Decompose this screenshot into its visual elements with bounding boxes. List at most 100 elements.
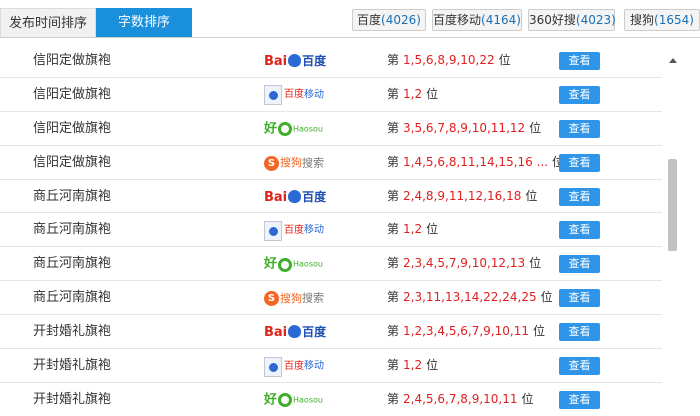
rank-info: 第 2,4,5,6,7,8,9,10,11 位 bbox=[387, 383, 534, 416]
baidu-logo-icon: Bai 百度 bbox=[264, 54, 327, 69]
sogou-logo-icon: S 搜狗搜索 bbox=[264, 151, 344, 175]
rank-prefix: 第 bbox=[387, 358, 400, 373]
rank-positions: 2,4,5,6,7,8,9,10,11 bbox=[403, 391, 518, 406]
keyword-text: 开封婚礼旗袍 bbox=[33, 324, 112, 340]
view-button[interactable]: 查看 bbox=[559, 153, 600, 172]
engine-name: 搜狗 bbox=[630, 13, 655, 27]
sogou-logo-icon: S 搜狗搜索 bbox=[264, 286, 344, 310]
engine-count: (4164) bbox=[481, 13, 521, 27]
paw-icon bbox=[264, 85, 282, 106]
keyword-text: 商丘河南旗袍 bbox=[33, 290, 112, 306]
baidu-mobile-logo-icon: 百度移动 bbox=[264, 354, 344, 378]
rank-info: 第 1,2,3,4,5,6,7,9,10,11 位 bbox=[387, 315, 545, 348]
rank-info: 第1,4,5,6,8,11,14,15,16 ...位 bbox=[387, 146, 564, 179]
view-button[interactable]: 查看 bbox=[559, 85, 600, 104]
keyword-text: 信阳定做旗袍 bbox=[33, 120, 112, 136]
view-button[interactable]: 查看 bbox=[559, 255, 600, 274]
keyword-text: 开封婚礼旗袍 bbox=[33, 358, 112, 374]
rank-info: 第 1,2 位 bbox=[387, 213, 438, 246]
rank-prefix: 第 bbox=[387, 222, 400, 237]
engine-count: (4026) bbox=[381, 13, 421, 27]
rank-positions: 1,2,3,4,5,6,7,9,10,11 bbox=[403, 324, 529, 339]
search-circle-icon bbox=[278, 393, 293, 408]
rank-prefix: 第 bbox=[387, 86, 400, 101]
rank-prefix: 第 bbox=[387, 53, 400, 67]
rank-suffix: 位 bbox=[529, 120, 542, 135]
top-bar: 发布时间排序 字数排序 百度(4026) 百度移动(4164) 360好搜(40… bbox=[0, 0, 700, 38]
rank-positions: 2,3,4,5,7,9,10,12,13 bbox=[403, 256, 526, 271]
keyword-text: 信阳定做旗袍 bbox=[33, 86, 112, 102]
view-button[interactable]: 查看 bbox=[559, 289, 600, 308]
table-row: 商丘河南旗袍好 Haosou 第 2,3,4,5,7,9,10,12,13 位查看 bbox=[0, 247, 662, 282]
paw-icon bbox=[288, 325, 302, 339]
rank-positions: 2,3,11,13,14,22,24,25 bbox=[403, 290, 537, 305]
view-button[interactable]: 查看 bbox=[559, 187, 600, 206]
table-row: 开封婚礼旗袍 百度移动 第 1,2 位 查看 bbox=[0, 349, 662, 383]
view-button[interactable]: 查看 bbox=[559, 119, 600, 138]
engine-count: (4023) bbox=[575, 13, 616, 27]
view-button[interactable]: 查看 bbox=[559, 52, 600, 70]
baidu-mobile-logo-icon: 百度移动 bbox=[264, 83, 344, 107]
view-button[interactable]: 查看 bbox=[559, 357, 600, 376]
rank-suffix: 位 bbox=[525, 188, 538, 203]
rank-prefix: 第 bbox=[387, 120, 400, 135]
engine-name: 百度移动 bbox=[433, 13, 482, 27]
vertical-scrollbar[interactable] bbox=[666, 56, 679, 416]
rank-positions: 3,5,6,7,8,9,10,11,12 bbox=[403, 120, 526, 135]
rank-suffix: 位 bbox=[426, 86, 439, 101]
rank-prefix: 第 bbox=[387, 154, 400, 169]
rank-positions: 1,2 bbox=[403, 222, 423, 237]
engine-filter-baidu[interactable]: 百度(4026) bbox=[352, 9, 426, 31]
rank-prefix: 第 bbox=[387, 256, 400, 271]
rank-suffix: 位 bbox=[529, 256, 542, 271]
baidu-mobile-logo-icon: 百度移动 bbox=[264, 218, 344, 242]
keyword-text: 开封婚礼旗袍 bbox=[33, 391, 112, 407]
rank-positions: 1,2 bbox=[403, 358, 423, 373]
rank-positions: 1,2 bbox=[403, 86, 423, 101]
table-row: 开封婚礼旗袍 Bai 百度 第 1,2,3,4,5,6,7,9,10,11 位查看 bbox=[0, 315, 662, 350]
rank-info: 第 1,2 位 bbox=[387, 349, 438, 382]
table-row: 信阳定做旗袍 S搜狗搜索 第1,4,5,6,8,11,14,15,16 ...位查看 bbox=[0, 146, 662, 180]
haosou-logo-icon: 好 Haosou bbox=[264, 256, 323, 272]
baidu-logo-icon: Bai 百度 bbox=[264, 325, 327, 341]
rank-prefix: 第 bbox=[387, 188, 400, 203]
ranking-list: 信阳定做旗袍 Bai 百度第 1,5,6,8,9,10,22 位查看 信阳定做旗袍 百度移动… bbox=[0, 44, 662, 416]
rank-suffix: 位 bbox=[521, 391, 534, 406]
rank-info: 第 1,5,6,8,9,10,22 位 bbox=[387, 44, 511, 77]
rank-info: 第 3,5,6,7,8,9,10,11,12 位 bbox=[387, 112, 541, 145]
rank-prefix: 第 bbox=[387, 391, 400, 406]
keyword-text: 商丘河南旗袍 bbox=[33, 256, 112, 272]
table-row: 信阳定做旗袍 Bai 百度 第 1,5,6,8,9,10,22 位 查看 bbox=[0, 44, 662, 78]
view-button[interactable]: 查看 bbox=[559, 221, 600, 240]
rank-suffix: 位 bbox=[426, 358, 439, 373]
table-row: 开封婚礼旗袍 好 Haosou 第 2,4,5,6,7,8,9,10,11 位 查看 bbox=[0, 383, 662, 416]
tab-sort-by-word-count[interactable]: 字数排序 bbox=[96, 8, 192, 38]
engine-filter-baidu-mobile[interactable]: 百度移动(4164) bbox=[432, 9, 522, 31]
scroll-up-arrow-icon[interactable] bbox=[669, 58, 677, 63]
rank-suffix: 位 bbox=[532, 324, 545, 339]
engine-filter-sogou[interactable]: 搜狗(1654) bbox=[624, 9, 700, 31]
rank-prefix: 第 bbox=[387, 290, 400, 305]
rank-info: 第 2,3,11,13,14,22,24,25 位 bbox=[387, 281, 553, 314]
keyword-text: 商丘河南旗袍 bbox=[33, 188, 112, 204]
rank-positions: 2,4,8,9,11,12,16,18 bbox=[403, 188, 522, 203]
tab-divider bbox=[0, 37, 700, 38]
tab-sort-by-time[interactable]: 发布时间排序 bbox=[0, 8, 96, 38]
table-row: 商丘河南旗袍 Bai 百度 第 2,4,8,9,11,12,16,18 位 查看 bbox=[0, 180, 662, 214]
scrollbar-thumb[interactable] bbox=[668, 159, 677, 251]
table-row: 商丘河南旗袍 S 搜狗搜索 第 2,3,11,13,14,22,24,25 位查看 bbox=[0, 281, 662, 316]
rank-suffix: 位 bbox=[426, 222, 439, 237]
view-button[interactable]: 查看 bbox=[559, 390, 600, 409]
rank-prefix: 第 bbox=[387, 324, 400, 339]
table-row: 信阳定做旗袍 百度移动 第 1,2 位 查看 bbox=[0, 78, 662, 112]
rank-info: 第 2,3,4,5,7,9,10,12,13 位 bbox=[387, 247, 541, 280]
rank-suffix: 位 bbox=[540, 290, 553, 305]
engine-filter-360[interactable]: 360好搜(4023) bbox=[528, 9, 616, 31]
engine-count: (1654) bbox=[654, 13, 694, 27]
table-row: 信阳定做旗袍好 Haosou 第 3,5,6,7,8,9,10,11,12 位查看 bbox=[0, 112, 662, 146]
paw-icon bbox=[264, 356, 282, 377]
engine-name: 360好搜 bbox=[529, 13, 576, 27]
view-button[interactable]: 查看 bbox=[559, 323, 600, 342]
table-row: 商丘河南旗袍 百度移动 第 1,2 位 查看 bbox=[0, 213, 662, 248]
haosou-logo-icon: 好 Haosou bbox=[264, 392, 323, 408]
